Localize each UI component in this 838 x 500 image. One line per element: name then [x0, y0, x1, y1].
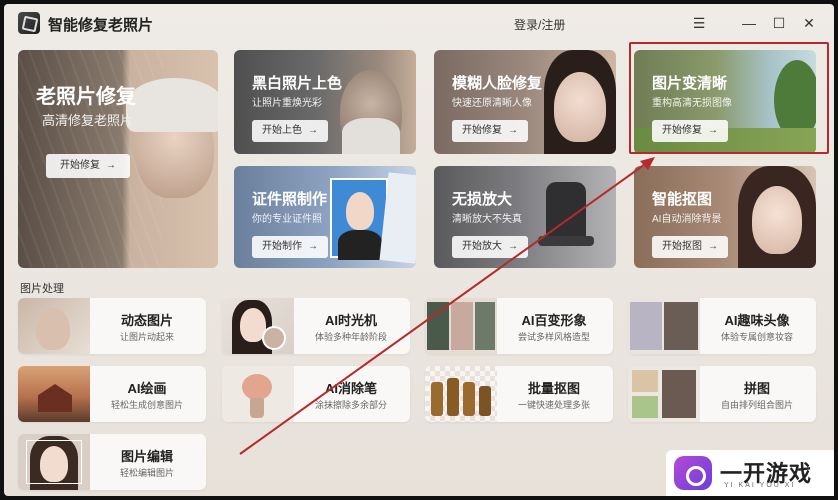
watermark-subtext: YI KAI YOU XI — [724, 482, 796, 489]
annotation-arrow — [239, 157, 655, 455]
watermark-logo: 一开游戏 YI KAI YOU XI — [666, 450, 834, 496]
arrow-line — [239, 161, 649, 455]
arrow-head — [640, 157, 655, 170]
gamepad-icon — [674, 456, 712, 490]
